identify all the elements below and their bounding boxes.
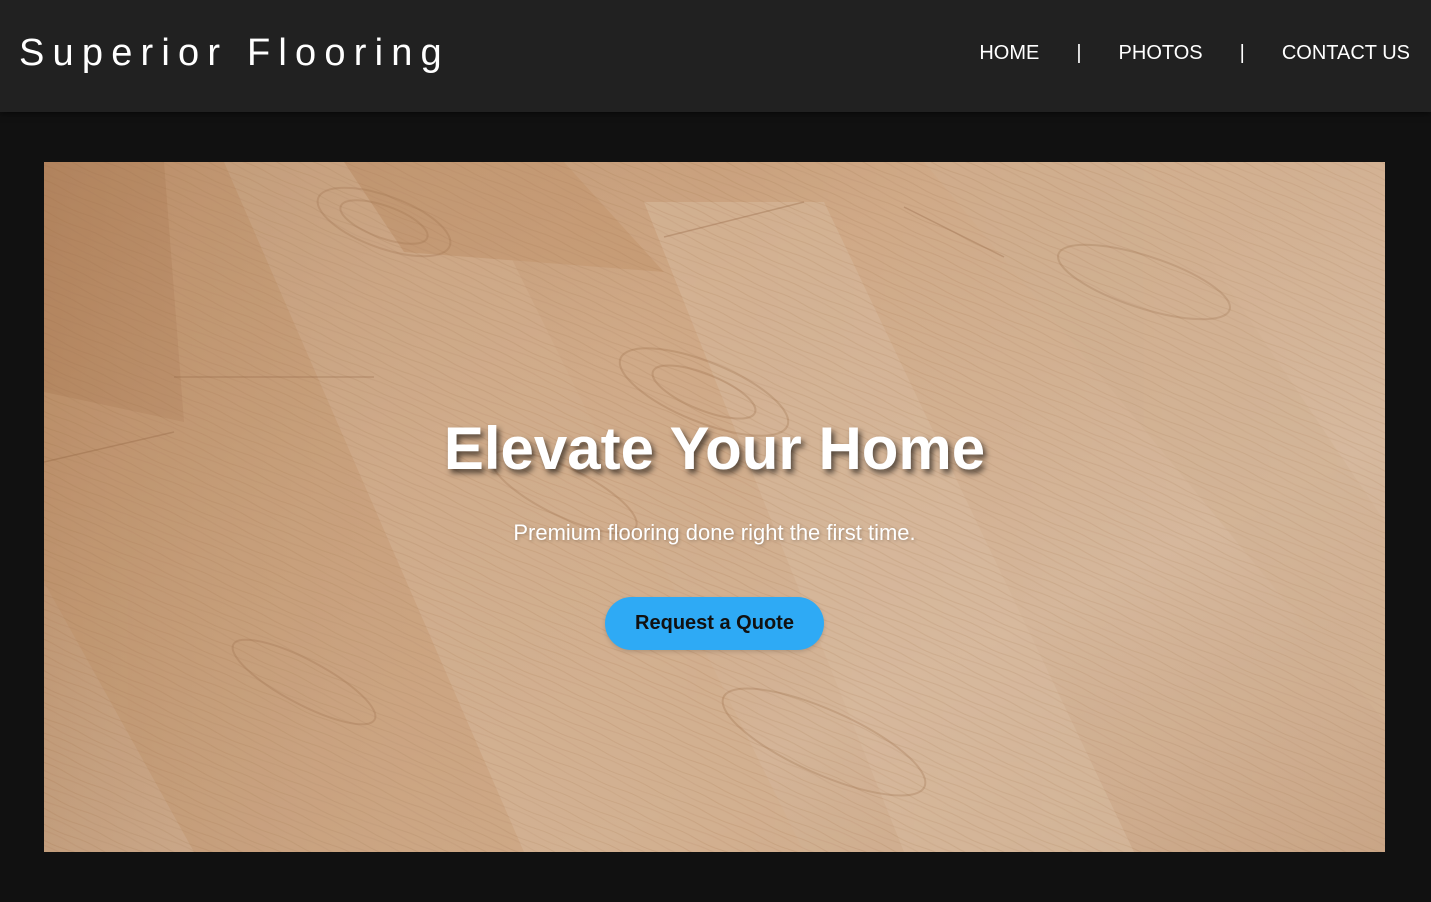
- nav-separator: |: [1076, 42, 1082, 64]
- hero-title: Elevate Your Home: [443, 415, 986, 482]
- brand-logo-text[interactable]: Superior Flooring: [19, 30, 450, 76]
- hero-subtitle: Premium flooring done right the first ti…: [513, 520, 916, 545]
- main-nav: HOME | PHOTOS | CONTACT US: [979, 40, 1410, 66]
- nav-photos[interactable]: PHOTOS: [1119, 40, 1203, 66]
- nav-home[interactable]: HOME: [979, 40, 1039, 66]
- site-header: Superior Flooring HOME | PHOTOS | CONTAC…: [0, 0, 1431, 112]
- hero-section: Elevate Your Home Premium flooring done …: [44, 162, 1385, 852]
- hero-content: Elevate Your Home Premium flooring done …: [44, 162, 1385, 852]
- nav-contact-us[interactable]: CONTACT US: [1282, 40, 1410, 66]
- nav-separator: |: [1239, 42, 1245, 64]
- request-quote-button[interactable]: Request a Quote: [605, 597, 824, 650]
